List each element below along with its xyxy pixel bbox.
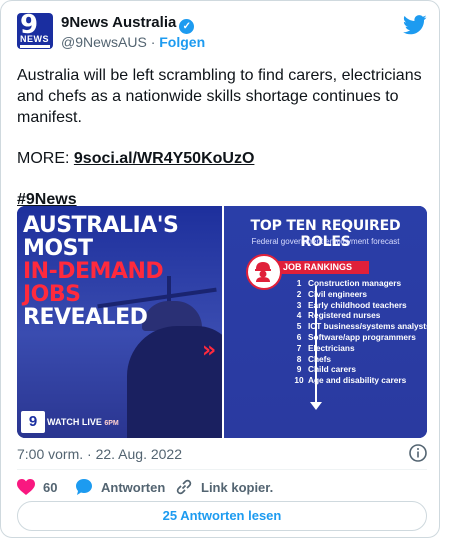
watch-live-time: 6PM <box>104 420 119 427</box>
ranking-item: 8 Chefs <box>296 353 332 364</box>
ranking-item: 4 Registered nurses <box>296 310 381 321</box>
ranking-item: 5 ICT business/systems analysts <box>296 321 427 332</box>
reply-label: Antworten <box>101 480 166 495</box>
ranking-item: 6 Software/app programmers <box>296 331 416 342</box>
copy-link-label: Link kopier. <box>201 480 274 495</box>
media-left-panel: AUSTRALIA'S MOST IN-DEMAND JOBS REVEALED… <box>17 206 222 438</box>
reply-bubble-icon <box>76 479 92 495</box>
ranking-item: 3 Early childhood teachers <box>296 299 407 310</box>
tweet-text: Australia will be left scrambling to fin… <box>17 67 422 126</box>
heart-icon <box>17 479 35 495</box>
info-icon[interactable] <box>409 444 427 462</box>
ranking-item: 9 Child carers <box>296 364 356 375</box>
ranking-item: 1 Construction managers <box>296 278 402 288</box>
tweet-header: 9 NEWS 9News Australia ✓ @9NewsAUS · Folg… <box>17 13 427 53</box>
handle-separator: · <box>150 34 156 50</box>
follow-button[interactable]: Folgen <box>159 34 205 50</box>
more-label: MORE: <box>17 150 70 167</box>
tweet-timestamp[interactable]: 7:00 vorm. · 22. Aug. 2022 <box>17 446 182 462</box>
headline-line-3: REVEALED <box>23 305 148 330</box>
job-rankings-label: JOB RANKINGS <box>269 261 369 274</box>
account-handle[interactable]: @9NewsAUS <box>61 34 147 50</box>
verified-badge-icon: ✓ <box>179 19 195 34</box>
avatar-logo-text: NEWS <box>20 34 49 44</box>
read-replies-button[interactable]: 25 Antworten lesen <box>17 501 427 531</box>
divider-line <box>17 469 427 470</box>
hardhat-worker-icon <box>246 254 282 290</box>
ranking-item: 2 Civil engineers <box>296 288 368 299</box>
like-count: 60 <box>43 480 58 495</box>
nine-logo: 9 <box>21 411 45 433</box>
headline-line-1: AUSTRALIA'S MOST <box>23 213 179 261</box>
arrow-down-icon <box>310 402 322 410</box>
reply-button[interactable]: Antworten <box>75 477 165 499</box>
tweet-more-line: MORE: 9soci.al/WR4Y50KoUzO <box>17 148 422 169</box>
headline-line-2: IN-DEMAND JOBS <box>23 259 164 307</box>
rankings-list: 1 Construction managers 2 Civil engineers … <box>290 278 427 386</box>
tweet-actions-bar: 60 Antworten Link kopier. <box>17 477 427 499</box>
copy-link-button[interactable]: Link kopier. <box>175 477 273 499</box>
like-button[interactable]: 60 <box>17 477 57 499</box>
article-link[interactable]: 9soci.al/WR4Y50KoUzO <box>74 150 255 167</box>
account-name[interactable]: 9News Australia <box>61 14 176 31</box>
tweet-card: 9 NEWS 9News Australia ✓ @9NewsAUS · Folg… <box>0 0 440 538</box>
watch-live-label: WATCH LIVE 6PM <box>47 417 119 427</box>
avatar[interactable]: 9 NEWS <box>17 13 53 49</box>
chevron-right-icon: » <box>202 338 217 363</box>
account-name-row[interactable]: 9News Australia ✓ <box>61 14 195 34</box>
rankings-subtitle: Federal government employment forecast <box>251 237 400 246</box>
twitter-bird-icon[interactable] <box>403 15 427 35</box>
media-right-panel: TOP TEN REQUIRED ROLES Federal governmen… <box>224 206 427 438</box>
watch-live-text: WATCH LIVE <box>47 417 102 427</box>
ranking-item: 10 Age and disability carers <box>294 375 407 386</box>
ranking-item: 7 Electricians <box>296 342 355 353</box>
avatar-logo-underline <box>20 45 50 48</box>
tweet-media-image[interactable]: AUSTRALIA'S MOST IN-DEMAND JOBS REVEALED… <box>17 206 427 438</box>
media-headline: AUSTRALIA'S MOST IN-DEMAND JOBS REVEALED <box>23 214 222 329</box>
account-handle-row: @9NewsAUS · Folgen <box>61 34 205 50</box>
link-icon <box>176 479 192 495</box>
